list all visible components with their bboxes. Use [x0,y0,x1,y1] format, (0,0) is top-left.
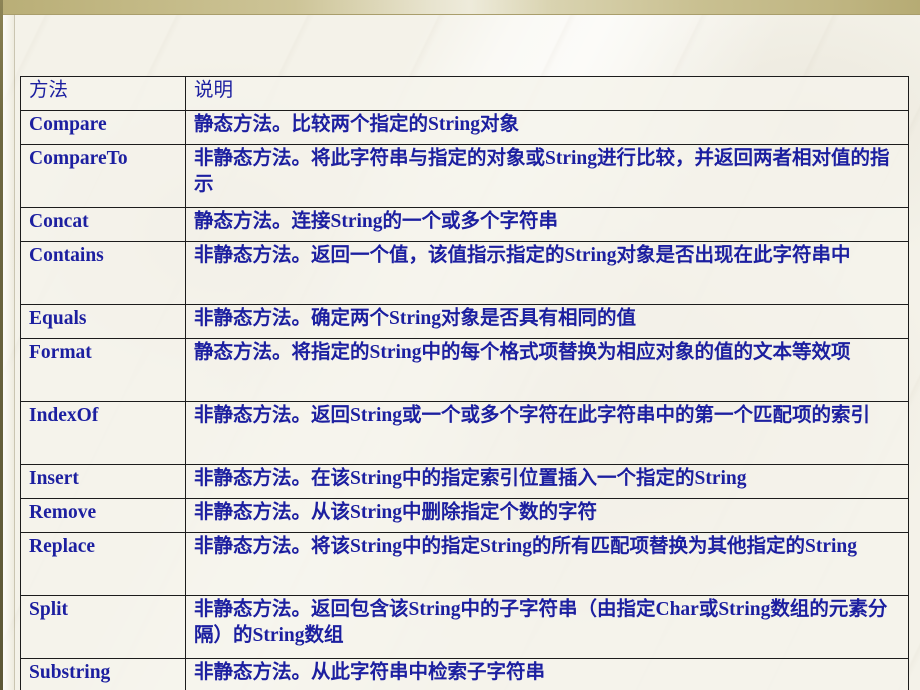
method-name-cell: Split [20,595,186,659]
method-name-cell: Format [20,338,186,402]
table-header-row: 方法 说明 [20,76,909,111]
string-method-table: 方法 说明 Compare 静态方法。比较两个指定的String对象 Compare… [20,76,909,690]
method-description-cell: 非静态方法。将此字符串与指定的对象或String进行比较，并返回两者相对值的指示 [185,144,909,208]
method-description-cell: 静态方法。比较两个指定的String对象 [185,110,909,145]
method-description-cell: 非静态方法。在该String中的指定索引位置插入一个指定的String [185,464,909,499]
table-row[interactable]: Replace 非静态方法。将该String中的指定String的所有匹配项替换为… [20,532,909,596]
method-description-cell: 非静态方法。确定两个String对象是否具有相同的值 [185,304,909,339]
table-row[interactable]: Concat 静态方法。连接String的一个或多个字符串 [20,207,909,242]
method-name-cell: Remove [20,498,186,533]
method-name-cell: IndexOf [20,401,186,465]
method-name-cell: Compare [20,110,186,145]
method-name-cell: Equals [20,304,186,339]
method-table-container: 方法 说明 Compare 静态方法。比较两个指定的String对象 Compare… [20,76,909,690]
table-row[interactable]: Equals 非静态方法。确定两个String对象是否具有相同的值 [20,304,909,339]
top-accent-band-rule [0,14,920,15]
left-accent-stripe [3,14,14,690]
slide-canvas: 方法 说明 Compare 静态方法。比较两个指定的String对象 Compare… [0,0,920,690]
table-row[interactable]: Contains 非静态方法。返回一个值，该值指示指定的String对象是否出现在… [20,241,909,305]
method-description-cell: 非静态方法。返回一个值，该值指示指定的String对象是否出现在此字符串中 [185,241,909,305]
header-cell-method: 方法 [20,76,186,111]
method-name-cell: Replace [20,532,186,596]
left-accent-stripe-rule [14,14,15,690]
method-description-cell: 静态方法。连接String的一个或多个字符串 [185,207,909,242]
table-body: Compare 静态方法。比较两个指定的String对象 CompareTo 非静态方… [20,110,909,690]
method-name-cell: CompareTo [20,144,186,208]
left-dark-edge [0,0,3,690]
table-head: 方法 说明 [20,76,909,111]
method-name-cell: Insert [20,464,186,499]
table-row[interactable]: Format 静态方法。将指定的String中的每个格式项替换为相应对象的值的文本… [20,338,909,402]
method-name-cell: Substring [20,658,186,690]
method-description-cell: 非静态方法。从该String中删除指定个数的字符 [185,498,909,533]
method-name-cell: Contains [20,241,186,305]
table-row[interactable]: Remove 非静态方法。从该String中删除指定个数的字符 [20,498,909,533]
table-row[interactable]: Substring 非静态方法。从此字符串中检索子字符串 [20,658,909,690]
table-row[interactable]: Split 非静态方法。返回包含该String中的子字符串（由指定Char或Str… [20,595,909,659]
method-description-cell: 非静态方法。返回String或一个或多个字符在此字符串中的第一个匹配项的索引 [185,401,909,465]
method-name-cell: Concat [20,207,186,242]
method-description-cell: 非静态方法。将该String中的指定String的所有匹配项替换为其他指定的St… [185,532,909,596]
header-cell-description: 说明 [185,76,909,111]
method-description-cell: 非静态方法。从此字符串中检索子字符串 [185,658,909,690]
top-accent-band [0,0,920,14]
table-row[interactable]: CompareTo 非静态方法。将此字符串与指定的对象或String进行比较，并返… [20,144,909,208]
method-description-cell: 非静态方法。返回包含该String中的子字符串（由指定Char或String数组… [185,595,909,659]
table-row[interactable]: IndexOf 非静态方法。返回String或一个或多个字符在此字符串中的第一个匹… [20,401,909,465]
table-row[interactable]: Insert 非静态方法。在该String中的指定索引位置插入一个指定的Strin… [20,464,909,499]
table-row[interactable]: Compare 静态方法。比较两个指定的String对象 [20,110,909,145]
method-description-cell: 静态方法。将指定的String中的每个格式项替换为相应对象的值的文本等效项 [185,338,909,402]
